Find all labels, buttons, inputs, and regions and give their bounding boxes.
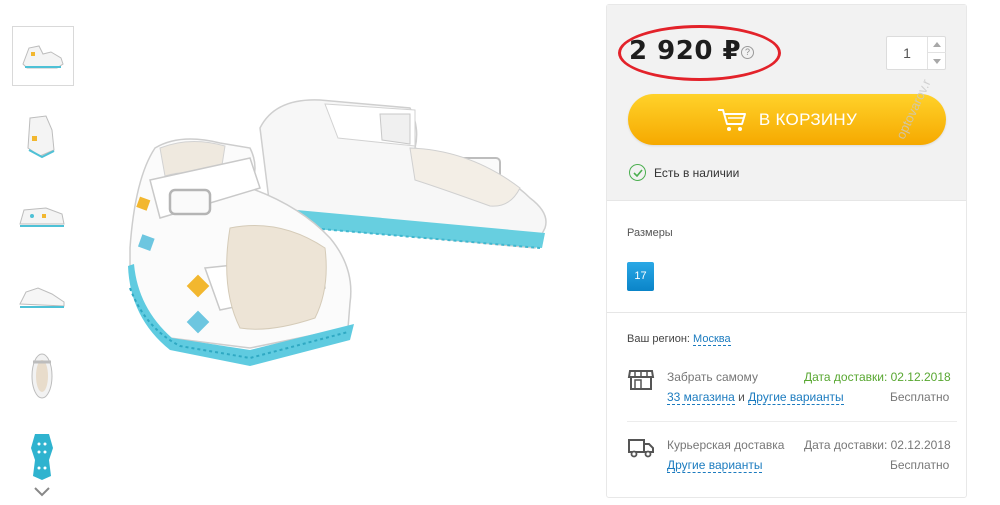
delivery-section: Ваш регион: Москва Забрать самому Дата д… (607, 317, 966, 497)
thumbnail-5[interactable] (12, 346, 72, 406)
product-buy-panel: 2 920 ₽ ? 1 В КОРЗИНУ Есть в наличии Раз… (606, 4, 967, 498)
pickup-price: Бесплатно (890, 390, 950, 404)
thumbnail-4[interactable] (12, 266, 72, 326)
product-main-image (128, 99, 547, 366)
quantity-value[interactable]: 1 (887, 37, 927, 69)
size-option-17[interactable]: 17 (627, 262, 654, 291)
cart-icon (717, 108, 746, 131)
chevron-down-icon[interactable] (33, 485, 51, 499)
pickup-links: 33 магазина и Другие варианты (667, 390, 844, 405)
pickup-date: Дата доставки: 02.12.2018 (804, 370, 951, 384)
thumbnail-6[interactable] (12, 426, 72, 486)
pickup-stores-link[interactable]: 33 магазина (667, 390, 735, 405)
thumbnail-1[interactable] (12, 26, 74, 86)
check-circle-icon (629, 164, 646, 181)
sizes-title: Размеры (627, 227, 673, 239)
region-line: Ваш регион: Москва (627, 333, 731, 346)
delivery-divider (627, 421, 957, 422)
truck-icon (628, 439, 654, 458)
pickup-and-text: и (738, 390, 745, 404)
product-price: 2 920 ₽ (629, 36, 742, 66)
courier-other-link[interactable]: Другие варианты (667, 458, 763, 473)
courier-date: Дата доставки: 02.12.2018 (804, 438, 951, 452)
quantity-decrease-button[interactable] (927, 53, 946, 69)
courier-links: Другие варианты (667, 458, 763, 473)
thumbnail-3[interactable] (12, 186, 72, 246)
caret-up-icon (933, 42, 941, 47)
help-icon[interactable]: ? (741, 46, 754, 59)
thumbnail-list (12, 26, 74, 505)
region-link[interactable]: Москва (693, 333, 731, 346)
pickup-other-link[interactable]: Другие варианты (748, 390, 844, 405)
store-icon (627, 370, 655, 390)
courier-name: Курьерская доставка (667, 438, 785, 452)
sizes-section: Размеры 17 (607, 205, 966, 313)
region-label: Ваш регион: (627, 333, 690, 345)
pickup-name: Забрать самому (667, 370, 758, 384)
add-to-cart-label: В КОРЗИНУ (758, 109, 858, 129)
courier-price: Бесплатно (890, 458, 950, 472)
caret-down-icon (933, 58, 941, 64)
stock-status-text: Есть в наличии (654, 165, 740, 180)
thumbnail-2[interactable] (12, 106, 72, 166)
quantity-stepper[interactable]: 1 (886, 36, 946, 70)
quantity-increase-button[interactable] (927, 37, 946, 53)
stock-status: Есть в наличии (629, 164, 739, 181)
